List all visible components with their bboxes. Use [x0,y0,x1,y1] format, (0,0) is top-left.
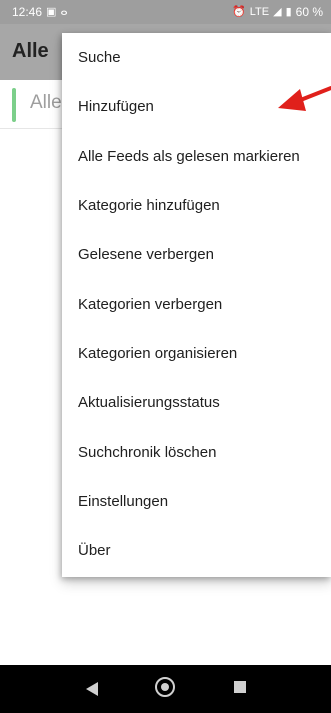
menu-item-clear-search-history[interactable]: Suchchronik löschen [62,427,331,476]
menu-item-mark-all-read[interactable]: Alle Feeds als gelesen markieren [62,132,331,181]
menu-item-about[interactable]: Über [62,526,331,575]
menu-item-hide-categories[interactable]: Kategorien verbergen [62,279,331,328]
list-item-accent [12,88,16,122]
signal-icon: ◢ [273,6,282,18]
lte-icon: LTE [249,6,270,18]
menu-item-update-status[interactable]: Aktualisierungsstatus [62,378,331,427]
status-time: 12:46 [12,5,43,19]
navigation-bar [0,665,331,713]
recents-icon[interactable] [234,681,246,693]
notification-image-icon: ▣ [46,6,57,18]
annotation-arrow-icon [278,86,331,111]
menu-item-organize-categories[interactable]: Kategorien organisieren [62,329,331,378]
notification-app-icon: ⴰ [60,6,68,18]
back-icon[interactable] [86,682,98,696]
status-bar-right: ⏰ LTE ◢ ▮ 60 % [232,0,323,24]
menu-item-hide-read[interactable]: Gelesene verbergen [62,230,331,279]
menu-item-add-category[interactable]: Kategorie hinzufügen [62,181,331,230]
menu-item-settings[interactable]: Einstellungen [62,477,331,526]
list-item-label: Alle [30,92,62,113]
home-icon[interactable] [155,677,175,697]
battery-percent: 60 % [295,5,323,19]
alarm-icon: ⏰ [232,6,246,18]
app-bar-title: Alle [12,40,49,62]
status-bar: 12:46 ▣ ⴰ ⏰ LTE ◢ ▮ 60 % [0,0,331,24]
battery-icon: ▮ [285,6,292,18]
status-bar-left: 12:46 ▣ ⴰ [12,0,68,24]
